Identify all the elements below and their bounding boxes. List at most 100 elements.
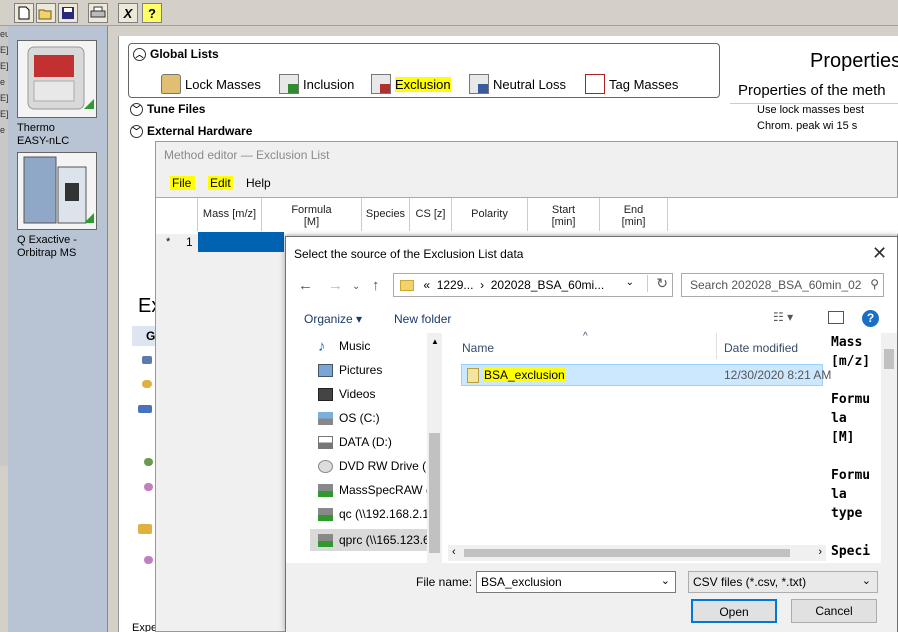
inclusion-list-icon: [279, 74, 299, 94]
global-lists-title: Global Lists: [150, 47, 219, 61]
organize-button[interactable]: Organize ▾: [304, 312, 362, 326]
scrollbar-thumb[interactable]: [884, 349, 894, 369]
refresh-icon[interactable]: ↻: [647, 275, 668, 292]
col-header-species[interactable]: Species: [362, 198, 410, 231]
menu-file[interactable]: File: [170, 176, 196, 190]
pictures-icon: [318, 363, 333, 377]
horizontal-scrollbar[interactable]: ‹ ›: [448, 545, 826, 561]
col-header-name[interactable]: Name: [462, 341, 494, 355]
chevron-up-icon[interactable]: ︿: [133, 47, 146, 61]
menu-edit[interactable]: Edit: [208, 176, 233, 190]
command-bar: Organize ▾ New folder ☷ ▾ ?: [286, 305, 897, 333]
global-lists-panel: ︿ Global Lists Lock Masses Inclusion Exc…: [128, 43, 720, 98]
search-input[interactable]: Search 202028_BSA_60min_02 ⚲: [681, 273, 884, 297]
menu-help[interactable]: Help: [246, 176, 271, 190]
back-arrow-icon[interactable]: ←: [298, 277, 313, 294]
help-icon[interactable]: ?: [142, 3, 162, 23]
selected-cell[interactable]: [198, 232, 284, 252]
nav-item-music[interactable]: ♪ Music: [318, 339, 428, 353]
new-row-marker: *: [166, 236, 171, 248]
file-name-input[interactable]: BSA_exclusion ⌄: [476, 571, 676, 593]
save-icon[interactable]: [58, 3, 78, 23]
easy-nlc-instrument-icon[interactable]: [17, 40, 97, 118]
open-button[interactable]: Open: [691, 599, 777, 623]
nav-item-os-c[interactable]: OS (C:): [318, 411, 428, 425]
tag-masses-button[interactable]: Tag Masses: [585, 74, 678, 94]
nav-item-massspecraw[interactable]: MassSpecRAW (\: [318, 483, 428, 497]
col-header-mass[interactable]: Mass [m/z]: [198, 198, 262, 231]
bottom-label: Expe: [132, 622, 158, 632]
q-exactive-instrument-icon[interactable]: [17, 152, 97, 230]
property-row[interactable]: Chrom. peak wi 15 s: [730, 120, 898, 136]
dvd-icon: [318, 459, 333, 473]
nav-scrollbar[interactable]: ▲: [427, 333, 442, 563]
chevron-down-icon: ﹀: [130, 124, 143, 138]
nav-item-pictures[interactable]: Pictures: [318, 363, 428, 377]
up-arrow-icon[interactable]: ↑: [372, 277, 380, 294]
dialog-title: Select the source of the Exclusion List …: [294, 247, 524, 261]
col-header-formula[interactable]: Formula [M]: [262, 198, 362, 231]
scroll-left-icon[interactable]: ‹: [452, 546, 456, 558]
sort-arrow-icon: ^: [583, 331, 588, 342]
col-header-end[interactable]: End [min]: [600, 198, 668, 231]
nav-item-qc[interactable]: qc (\\192.168.2.1: [318, 507, 428, 521]
tree-node-icon: [142, 356, 152, 364]
section-tune-files[interactable]: ﹀ Tune Files: [130, 102, 205, 116]
new-folder-button[interactable]: New folder: [394, 312, 451, 326]
open-icon[interactable]: [36, 3, 56, 23]
scroll-right-icon[interactable]: ›: [818, 546, 822, 558]
nav-item-videos[interactable]: Videos: [318, 387, 428, 401]
cancel-button[interactable]: Cancel: [791, 599, 877, 623]
chevron-down-icon: ﹀: [130, 102, 143, 116]
tree-node-icon: [144, 556, 153, 564]
neutral-loss-button[interactable]: Neutral Loss: [469, 74, 566, 94]
preview-pane-icon[interactable]: [828, 311, 844, 324]
help-icon[interactable]: ?: [862, 310, 879, 327]
music-icon: ♪: [318, 339, 326, 353]
print-icon[interactable]: [88, 3, 108, 23]
properties-subtitle: Properties of the meth: [738, 82, 886, 99]
exclusion-list-grid: Mass [m/z] Formula [M] Species CS [z] Po…: [156, 197, 898, 252]
exclusion-list-icon: [371, 74, 391, 94]
chevron-down-icon: ⌄: [861, 575, 871, 587]
scroll-up-icon[interactable]: ▲: [431, 337, 439, 346]
inclusion-button[interactable]: Inclusion: [279, 74, 354, 94]
scrollbar-thumb[interactable]: [464, 549, 790, 557]
tree-node-icon: [138, 405, 152, 413]
lock-masses-button[interactable]: Lock Masses: [161, 74, 261, 94]
nav-item-qprc[interactable]: qprc (\\165.123.6: [310, 529, 428, 551]
exclusion-button[interactable]: Exclusion: [371, 74, 451, 94]
col-header-cs[interactable]: CS [z]: [410, 198, 452, 231]
col-header-polarity[interactable]: Polarity: [452, 198, 528, 231]
file-open-dialog: Select the source of the Exclusion List …: [285, 236, 898, 632]
navigation-pane: ♪ Music Pictures Videos OS (C:) DATA (D:)…: [286, 333, 442, 563]
scrollbar-thumb[interactable]: [429, 433, 440, 553]
network-drive-icon: [318, 507, 333, 521]
row-header-corner: [156, 198, 198, 231]
recent-locations-icon[interactable]: ⌄: [352, 281, 360, 292]
left-edge-strip: eu E] E] e E] E] e: [0, 26, 8, 466]
nav-item-data-d[interactable]: DATA (D:): [318, 435, 428, 449]
col-header-start[interactable]: Start [min]: [528, 198, 600, 231]
property-row[interactable]: Use lock masses best: [730, 104, 898, 120]
tree-node-icon: [138, 524, 152, 534]
close-icon[interactable]: ✕: [872, 243, 887, 264]
nav-item-dvd[interactable]: DVD RW Drive (F: [318, 459, 428, 473]
chevron-down-icon[interactable]: ⌄: [626, 277, 634, 288]
new-icon[interactable]: [14, 3, 34, 23]
chevron-down-icon[interactable]: ⌄: [661, 574, 670, 587]
cut-icon[interactable]: X: [118, 3, 138, 23]
method-editor-title: Method editor — Exclusion List: [164, 148, 330, 162]
section-external-hardware[interactable]: ﹀ External Hardware: [130, 124, 252, 138]
preview-scrollbar[interactable]: [881, 333, 897, 563]
tag-icon: [585, 74, 605, 94]
address-bar[interactable]: « 1229... › 202028_BSA_60mi... ⌄ ↻: [393, 273, 673, 297]
table-row[interactable]: BSA_exclusion 12/30/2020 8:21 AM: [461, 364, 831, 386]
neutral-loss-icon: [469, 74, 489, 94]
lock-icon: [161, 74, 181, 94]
view-options-icon[interactable]: ☷ ▾: [773, 310, 793, 324]
row-number: 1: [186, 235, 193, 249]
col-header-date-modified[interactable]: Date modified: [724, 341, 798, 355]
forward-arrow-icon[interactable]: →: [328, 277, 343, 294]
file-type-select[interactable]: CSV files (*.csv, *.txt) ⌄: [688, 571, 878, 593]
